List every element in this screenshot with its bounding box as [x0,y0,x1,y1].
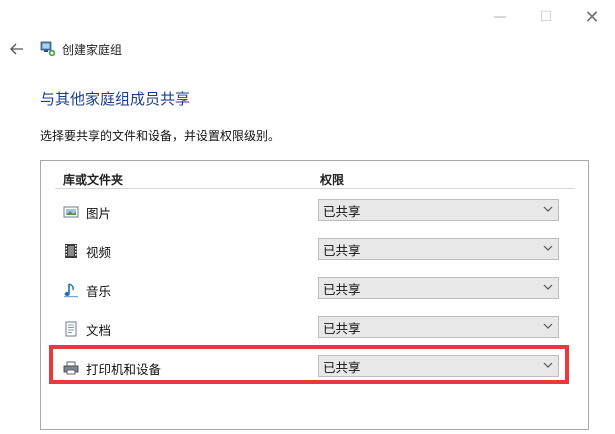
page-heading: 与其他家庭组成员共享 [40,90,191,108]
window-controls: — ☐ ✕ [477,0,615,34]
permission-select-videos[interactable]: 已共享 [318,238,559,260]
column-header-permission: 权限 [320,173,345,187]
permission-select-music[interactable]: 已共享 [318,277,559,299]
table-row: 图片 已共享 [41,199,590,225]
minimize-button[interactable]: — [477,0,523,34]
window-title: 创建家庭组 [62,42,123,57]
header-divider [55,188,575,189]
music-icon [64,283,78,298]
maximize-button[interactable]: ☐ [523,0,569,34]
instruction-text: 选择要共享的文件和设备，并设置权限级别。 [40,129,281,143]
select-value: 已共享 [323,242,361,258]
chevron-down-icon [543,245,553,251]
table-row: 视频 已共享 [41,238,590,264]
table-row: 文档 已共享 [41,316,590,342]
select-value: 已共享 [323,320,361,336]
table-row: 打印机和设备 已共享 [41,355,590,381]
chevron-down-icon [543,323,553,329]
close-button[interactable]: ✕ [569,0,615,34]
row-label: 视频 [86,245,112,260]
back-arrow-icon [10,43,23,55]
homegroup-icon [40,41,56,57]
row-label: 打印机和设备 [86,362,162,377]
navigation-bar: 创建家庭组 [8,38,122,60]
select-value: 已共享 [323,281,361,297]
printer-icon [63,361,79,375]
documents-icon [65,321,77,337]
chevron-down-icon [543,206,553,212]
sharing-panel: 库或文件夹 权限 图片 已共享 视频 已共享 音乐 已共享 文档 已共享 打印机… [40,160,589,430]
row-label: 音乐 [86,284,112,299]
row-label: 图片 [86,206,112,221]
select-value: 已共享 [323,359,361,375]
column-header-folder: 库或文件夹 [63,173,124,187]
table-row: 音乐 已共享 [41,277,590,303]
videos-icon [65,244,77,258]
permission-select-pictures[interactable]: 已共享 [318,199,559,221]
row-label: 文档 [86,323,112,338]
permission-select-printers[interactable]: 已共享 [318,355,559,377]
select-value: 已共享 [323,203,361,219]
permission-select-documents[interactable]: 已共享 [318,316,559,338]
pictures-icon [63,206,79,218]
chevron-down-icon [543,362,553,368]
back-button[interactable] [8,40,26,58]
chevron-down-icon [543,284,553,290]
